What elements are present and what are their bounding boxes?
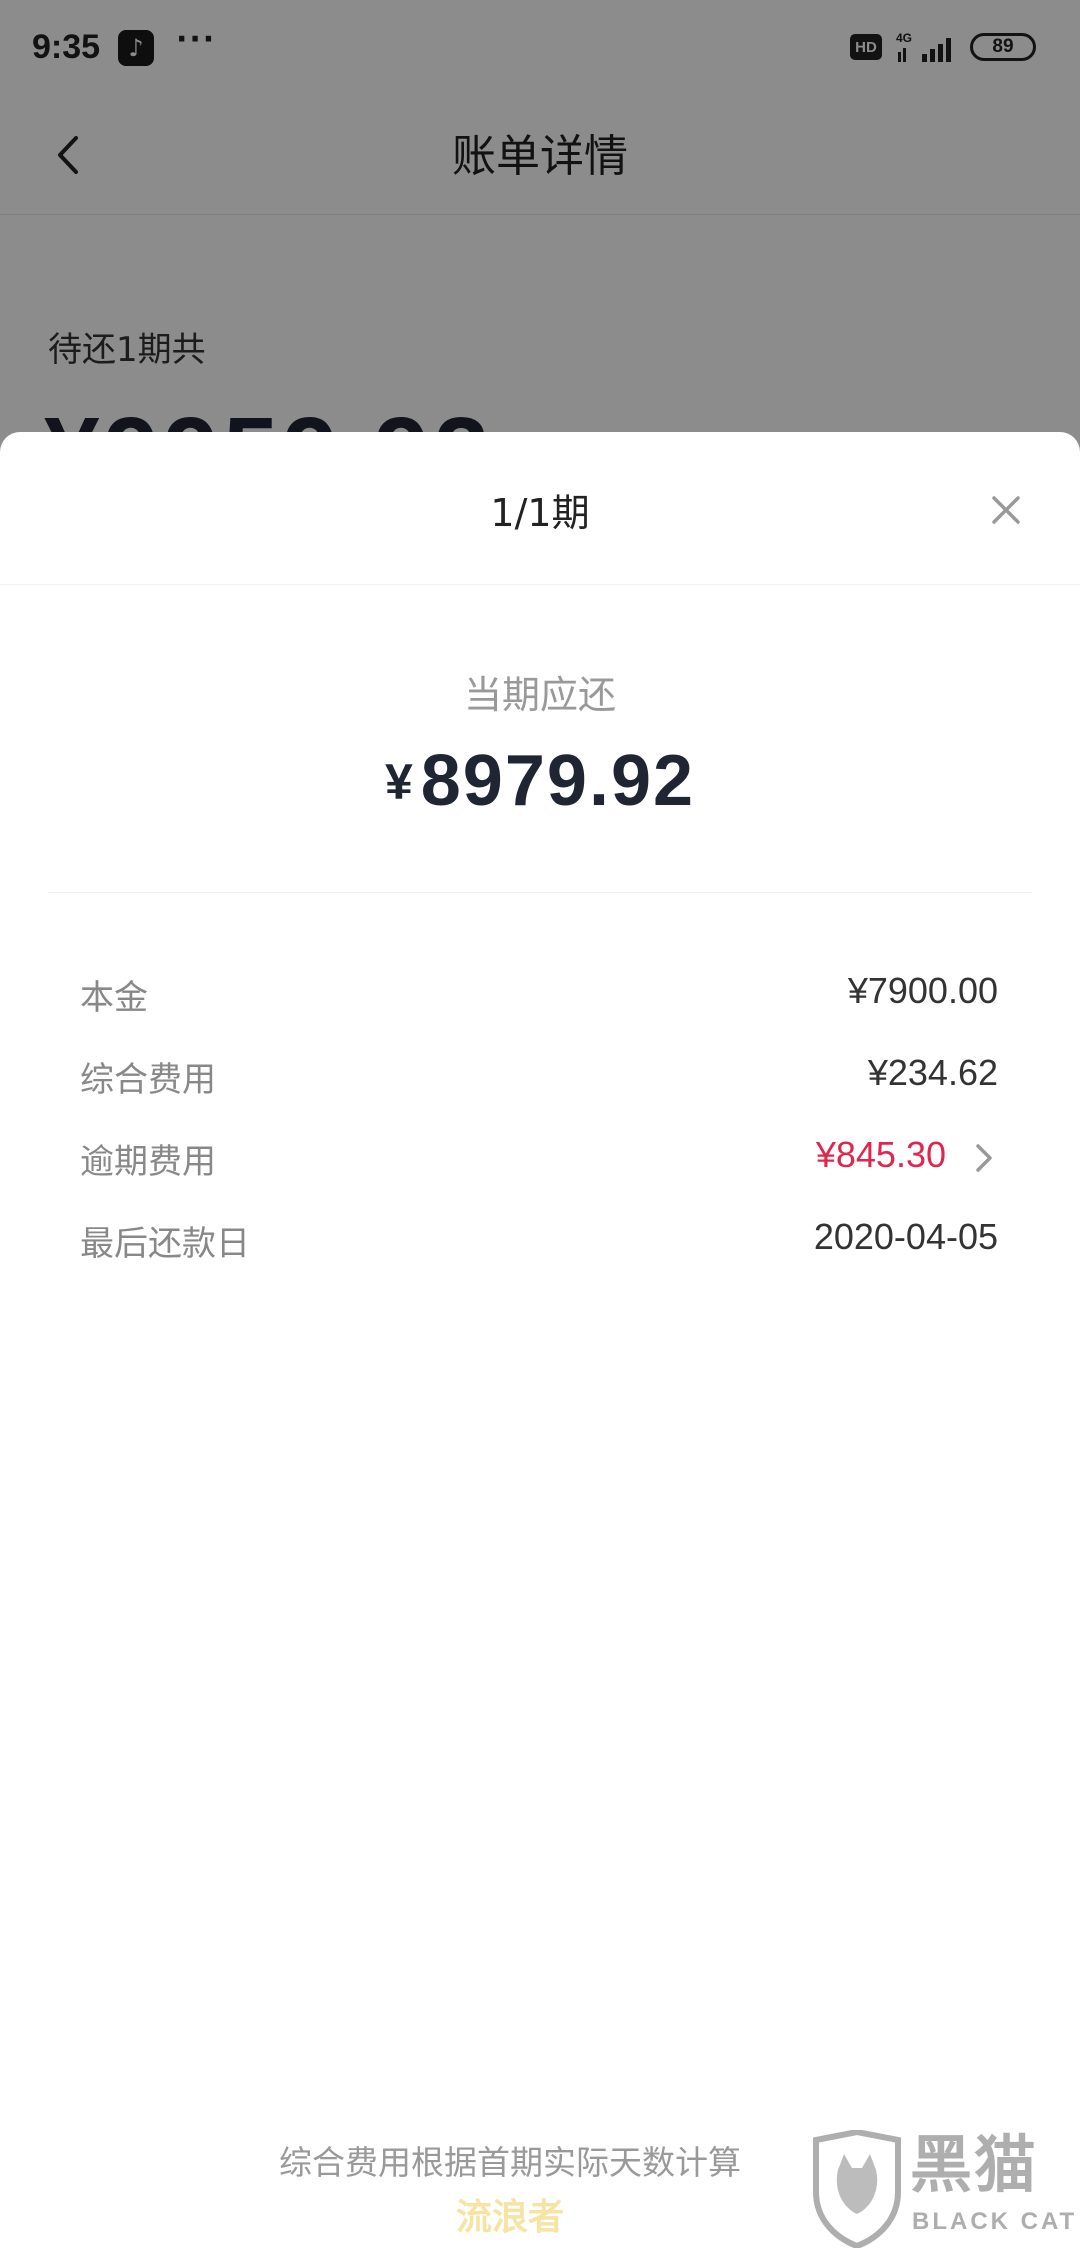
due-date-value: 2020-04-05 [813,1216,998,1257]
fee-row: 综合费用 ¥234.62 [80,1046,998,1106]
due-amount: ¥8979.92 [0,740,1080,822]
sheet-title: 1/1期 [490,491,590,535]
brand-en: BLACK CAT [912,2208,1078,2235]
brand-cn: 黑猫 [910,2128,1039,2201]
chevron-right-icon[interactable] [972,1140,996,1176]
overdue-fee-row[interactable]: 逾期费用 ¥845.30 [80,1128,998,1188]
sheet-header: 1/1期 [0,432,1080,585]
due-date-row: 最后还款日 2020-04-05 [80,1210,998,1270]
overdue-fee-label: 逾期费用 [80,1142,216,1182]
fee-value: ¥234.62 [867,1052,998,1093]
currency-symbol: ¥ [384,754,415,810]
fee-label: 综合费用 [80,1060,216,1100]
black-cat-watermark: 黑猫 BLACK CAT [808,2130,1080,2248]
principal-value: ¥7900.00 [847,970,998,1011]
close-icon[interactable] [984,488,1028,532]
due-date-label: 最后还款日 [80,1224,250,1264]
due-amount-value: 8979.92 [420,741,696,821]
divider [48,892,1032,893]
installment-sheet: 1/1期 当期应还 ¥8979.92 本金 ¥7900.00 综合费用 ¥234… [0,432,1080,2248]
cat-shield-icon [813,2130,901,2248]
due-label: 当期应还 [463,673,616,717]
principal-row: 本金 ¥7900.00 [80,964,998,1024]
overdue-fee-value: ¥845.30 [815,1134,946,1175]
principal-label: 本金 [80,978,148,1018]
